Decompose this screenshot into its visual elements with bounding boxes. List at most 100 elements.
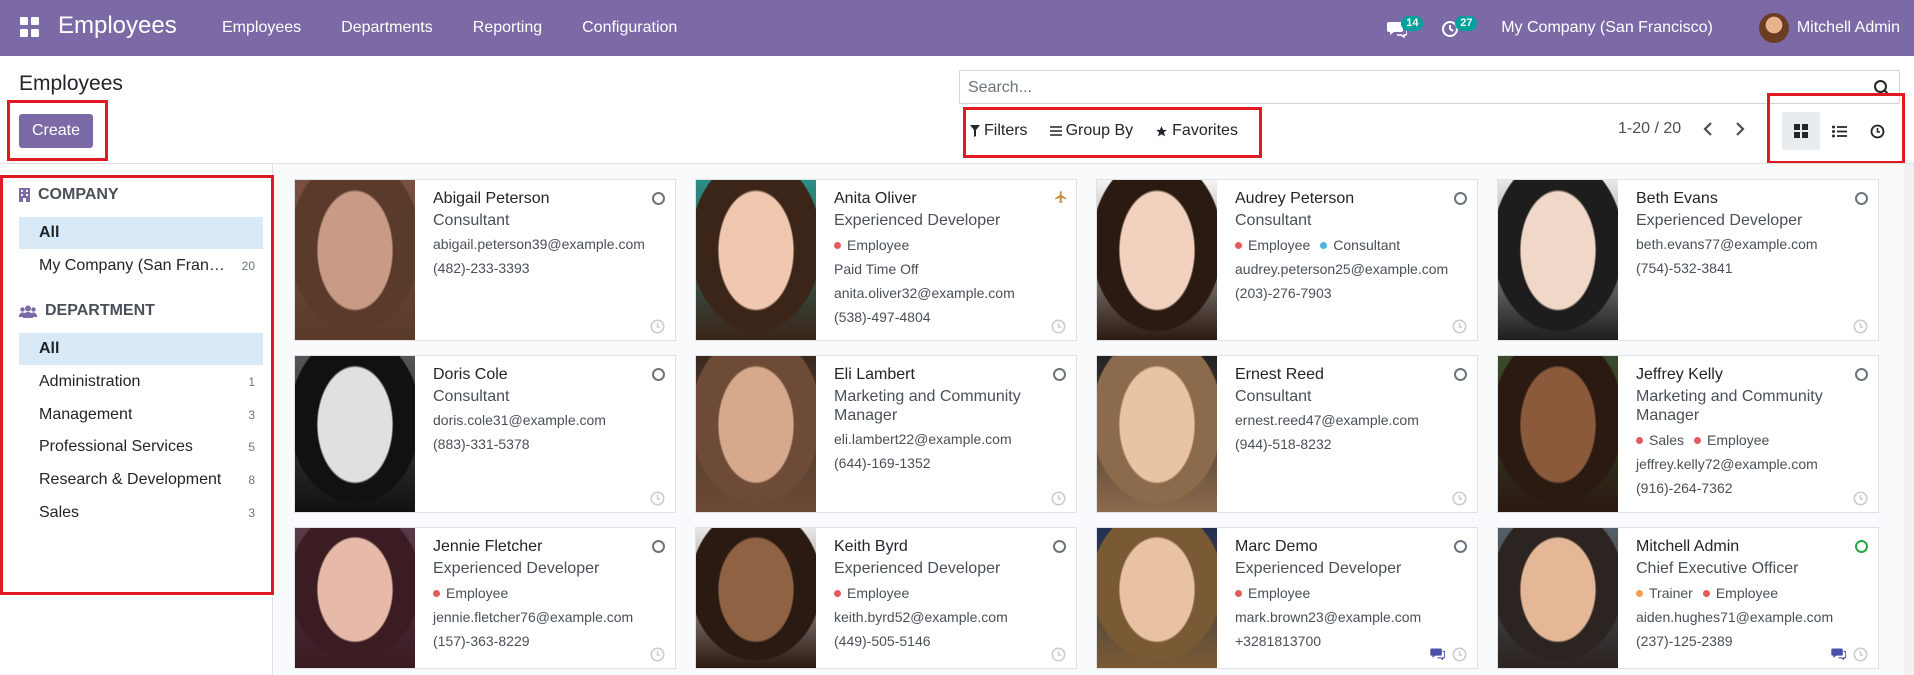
activities-button[interactable]: 27 [1439, 13, 1478, 43]
activity-clock-icon[interactable] [1051, 491, 1066, 506]
employee-name[interactable]: Mitchell Admin [1636, 537, 1850, 557]
employee-photo[interactable] [696, 180, 816, 340]
employee-photo[interactable] [1498, 180, 1618, 340]
activity-clock-icon[interactable] [1853, 319, 1868, 334]
employee-info: Mitchell Admin Chief Executive Officer Tra… [1636, 537, 1850, 649]
presence-status-icon [1053, 368, 1066, 381]
department-item-label: Management [39, 406, 133, 423]
department-item-research-development[interactable]: Research & Development 8 [19, 464, 263, 496]
employee-photo[interactable] [1097, 356, 1217, 512]
employee-photo[interactable] [696, 356, 816, 512]
employee-card[interactable]: Marc Demo Experienced Developer Employee ma… [1096, 527, 1478, 669]
create-button[interactable]: Create [19, 114, 93, 148]
employee-photo[interactable] [1498, 356, 1618, 512]
clock-icon [1870, 124, 1884, 138]
employee-card[interactable]: Ernest Reed Consultant ernest.reed47@examp… [1096, 355, 1478, 513]
employee-card[interactable]: Mitchell Admin Chief Executive Officer Tra… [1497, 527, 1879, 669]
activity-clock-icon[interactable] [1051, 319, 1066, 334]
employee-name[interactable]: Abigail Peterson [433, 189, 647, 209]
company-switcher[interactable]: My Company (San Francisco) [1501, 19, 1713, 37]
employee-photo[interactable] [295, 356, 415, 512]
employee-name[interactable]: Doris Cole [433, 365, 647, 385]
employee-detail-line: keith.byrd52@example.com [834, 609, 1008, 625]
activity-clock-icon[interactable] [1853, 491, 1868, 506]
department-item-management[interactable]: Management 3 [19, 399, 263, 431]
activities-badge: 27 [1455, 16, 1478, 31]
employee-job-title: Marketing and Community Manager [834, 388, 1021, 424]
search-icon[interactable] [1873, 79, 1891, 97]
department-item-administration[interactable]: Administration 1 [19, 366, 263, 398]
systray: 14 27 My Company (San Francisco) Mitchel… [1385, 0, 1914, 56]
employee-card[interactable]: Jeffrey Kelly Marketing and Community Man… [1497, 355, 1879, 513]
employee-name[interactable]: Ernest Reed [1235, 365, 1449, 385]
employee-photo[interactable] [1498, 528, 1618, 668]
employee-name[interactable]: Beth Evans [1636, 189, 1850, 209]
employee-photo[interactable] [696, 528, 816, 668]
employee-name[interactable]: Keith Byrd [834, 537, 1048, 557]
activity-clock-icon[interactable] [650, 647, 665, 662]
employee-card[interactable]: Jennie Fletcher Experienced Developer Empl… [294, 527, 676, 669]
chevron-left-icon[interactable] [1703, 122, 1713, 136]
employee-tags: Employee [834, 585, 1048, 601]
presence-status-icon [1855, 192, 1868, 205]
search-input[interactable] [968, 77, 1848, 99]
company-item-my-company[interactable]: My Company (San Francisco) 20 [19, 250, 263, 282]
apps-menu-icon[interactable] [20, 17, 40, 37]
user-menu[interactable]: Mitchell Admin [1797, 19, 1900, 37]
employee-photo[interactable] [295, 180, 415, 340]
employee-photo[interactable] [1097, 528, 1217, 668]
chevron-right-icon[interactable] [1735, 122, 1745, 136]
employee-detail-line: Paid Time Off [834, 261, 919, 277]
menu-item-employees[interactable]: Employees [222, 19, 301, 37]
employee-card[interactable]: Doris Cole Consultant doris.cole31@example… [294, 355, 676, 513]
activity-clock-icon[interactable] [1452, 647, 1467, 662]
company-item-all[interactable]: All [19, 217, 263, 249]
department-item-professional-services[interactable]: Professional Services 5 [19, 431, 263, 463]
employee-name[interactable]: Anita Oliver [834, 189, 1048, 209]
menu-item-reporting[interactable]: Reporting [473, 19, 542, 37]
employee-card[interactable]: Eli Lambert Marketing and Community Manag… [695, 355, 1077, 513]
user-avatar[interactable] [1758, 13, 1789, 43]
employee-photo[interactable] [1097, 180, 1217, 340]
activity-clock-icon[interactable] [1452, 491, 1467, 506]
favorites-button[interactable]: Favorites [1155, 122, 1238, 140]
employee-name[interactable]: Jeffrey Kelly [1636, 365, 1850, 385]
activity-clock-icon[interactable] [1452, 319, 1467, 334]
employee-card[interactable]: Anita Oliver Experienced Developer Employe… [695, 179, 1077, 341]
kanban-view-button[interactable] [1782, 112, 1820, 150]
chat-icon[interactable] [1430, 647, 1445, 660]
employee-card[interactable]: Keith Byrd Experienced Developer Employee k… [695, 527, 1077, 669]
menu-item-departments[interactable]: Departments [341, 19, 433, 37]
menu-item-configuration[interactable]: Configuration [582, 19, 677, 37]
pager-value[interactable]: 1-20 / 20 [1618, 120, 1681, 138]
employee-card[interactable]: Beth Evans Experienced Developer beth.evan… [1497, 179, 1879, 341]
employee-name[interactable]: Eli Lambert [834, 365, 1048, 385]
tag-color-dot [1636, 589, 1643, 597]
filters-button[interactable]: Filters [970, 122, 1028, 140]
chat-icon[interactable] [1831, 647, 1846, 660]
employee-detail-line: jeffrey.kelly72@example.com [1636, 456, 1818, 472]
activity-view-button[interactable] [1858, 112, 1896, 150]
kanban-scrollbar[interactable] [1904, 164, 1914, 675]
department-item-sales[interactable]: Sales 3 [19, 497, 263, 529]
activity-clock-icon[interactable] [1051, 647, 1066, 662]
group-by-button[interactable]: Group By [1049, 122, 1133, 140]
employee-name[interactable]: Jennie Fletcher [433, 537, 647, 557]
employee-card[interactable]: Audrey Peterson Consultant Employee Consult… [1096, 179, 1478, 341]
employee-photo[interactable] [295, 528, 415, 668]
department-item-label: Sales [39, 504, 80, 521]
list-view-button[interactable] [1820, 112, 1858, 150]
search-options: Filters Group By Favorites [970, 118, 1260, 144]
employee-job-title: Experienced Developer [834, 560, 1001, 577]
department-item-all[interactable]: All [19, 333, 263, 365]
activity-clock-icon[interactable] [650, 319, 665, 334]
activity-clock-icon[interactable] [1853, 647, 1868, 662]
activity-clock-icon[interactable] [650, 491, 665, 506]
employee-info: Ernest Reed Consultant ernest.reed47@examp… [1235, 365, 1449, 452]
employee-name[interactable]: Audrey Peterson [1235, 189, 1449, 209]
employee-job-title: Experienced Developer [1235, 560, 1402, 577]
employee-card[interactable]: Abigail Peterson Consultant abigail.peters… [294, 179, 676, 341]
app-title[interactable]: Employees [58, 12, 177, 40]
employee-name[interactable]: Marc Demo [1235, 537, 1449, 557]
messages-button[interactable]: 14 [1385, 13, 1424, 43]
